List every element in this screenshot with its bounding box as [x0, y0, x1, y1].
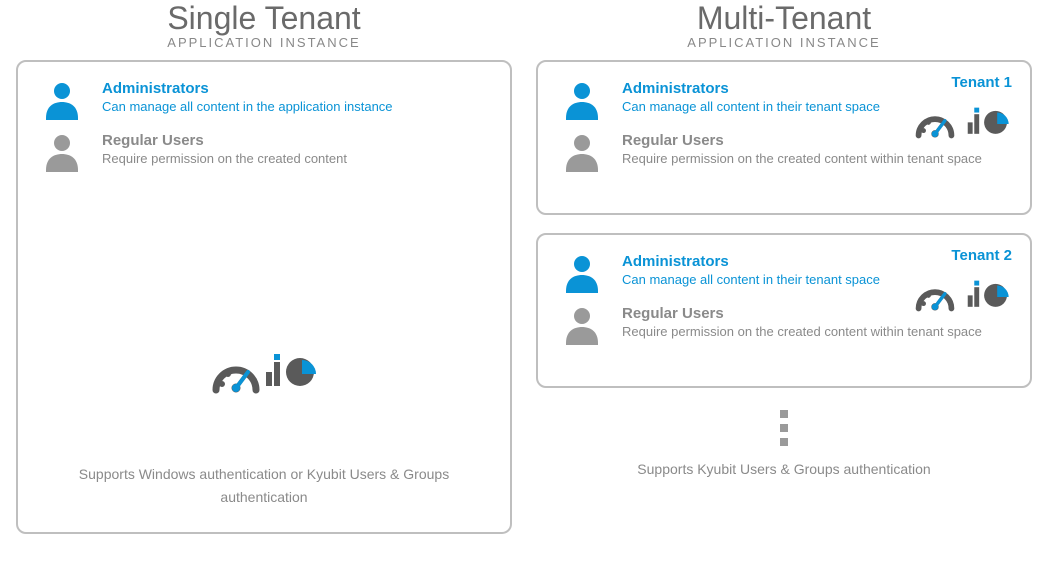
- center-icon-group: .accent-fill{fill:#0a93d6}: [18, 352, 510, 400]
- single-tenant-title: Single Tenant: [16, 0, 512, 37]
- user-icon: [560, 132, 604, 174]
- multi-tenant-title: Multi-Tenant: [536, 0, 1032, 37]
- user-icon: [560, 253, 604, 295]
- regular-row: Regular Users Require permission on the …: [40, 132, 488, 174]
- ellipsis-icon: [536, 410, 1032, 446]
- admin-title: Administrators: [622, 253, 1008, 270]
- regular-desc: Require permission on the created conten…: [102, 151, 488, 166]
- user-icon: [560, 305, 604, 347]
- multi-tenant-subtitle: APPLICATION INSTANCE: [536, 35, 1032, 50]
- multi-tenant-footer: Supports Kyubit Users & Groups authentic…: [536, 458, 1032, 480]
- dashboard-gauge-icon: [912, 277, 958, 317]
- multi-tenant-column: Multi-Tenant APPLICATION INSTANCE Tenant…: [536, 0, 1032, 552]
- tenant-icon-group: [912, 277, 1012, 317]
- user-icon: [560, 80, 604, 122]
- dashboard-gauge-icon: [208, 352, 264, 400]
- admin-title: Administrators: [102, 80, 488, 97]
- user-icon: [40, 80, 84, 122]
- single-tenant-column: Single Tenant APPLICATION INSTANCE Admin…: [16, 0, 512, 552]
- single-tenant-header: Single Tenant APPLICATION INSTANCE: [16, 0, 512, 50]
- regular-desc: Require permission on the created conten…: [622, 324, 1008, 339]
- single-tenant-box: Administrators Can manage all content in…: [16, 60, 512, 534]
- admin-desc: Can manage all content in the applicatio…: [102, 99, 488, 114]
- tenant-box: Tenant 1 Administrators Can manage all c…: [536, 60, 1032, 215]
- regular-title: Regular Users: [102, 132, 488, 149]
- admin-title: Administrators: [622, 80, 1008, 97]
- single-tenant-footer: Supports Windows authentication or Kyubi…: [18, 463, 510, 508]
- pie-bar-chart-icon: [966, 279, 1012, 315]
- pie-bar-chart-icon: .accent-fill{fill:#0a93d6}: [264, 352, 320, 396]
- pie-bar-chart-icon: [966, 106, 1012, 142]
- dashboard-gauge-icon: [912, 104, 958, 144]
- single-tenant-subtitle: APPLICATION INSTANCE: [16, 35, 512, 50]
- tenant-badge: Tenant 2: [951, 247, 1012, 264]
- tenant-badge: Tenant 1: [951, 74, 1012, 91]
- tenant-box: Tenant 2 Administrators Can manage all c…: [536, 233, 1032, 388]
- admin-row: Administrators Can manage all content in…: [40, 80, 488, 122]
- multi-tenant-header: Multi-Tenant APPLICATION INSTANCE: [536, 0, 1032, 50]
- tenant-icon-group: [912, 104, 1012, 144]
- user-icon: [40, 132, 84, 174]
- regular-desc: Require permission on the created conten…: [622, 151, 1008, 166]
